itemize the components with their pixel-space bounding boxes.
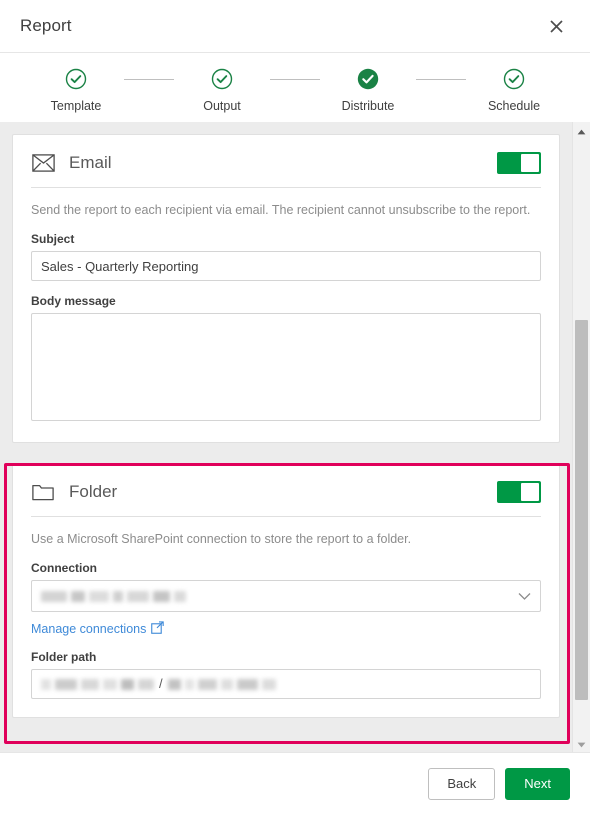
check-circle-outline-icon (502, 67, 526, 91)
folder-path-field-group: Folder path / (31, 650, 541, 699)
email-card-header: Email (31, 151, 541, 188)
step-connector (416, 79, 466, 80)
wizard-stepper: Template Output Distribute Schedule (0, 52, 590, 123)
external-link-icon (151, 621, 165, 637)
scroll-up-button[interactable] (573, 122, 590, 139)
modal-footer: Back Next (0, 752, 590, 814)
step-schedule[interactable]: Schedule (466, 67, 562, 113)
connection-field-group: Connection (31, 561, 541, 612)
step-distribute[interactable]: Distribute (320, 67, 416, 113)
folder-card-title: Folder (69, 482, 118, 501)
folder-icon (31, 480, 55, 504)
subject-label: Subject (31, 232, 75, 246)
step-connector (270, 79, 320, 80)
scroll-content: Email Send the report to each recipient … (0, 122, 572, 752)
body-message-textarea[interactable] (31, 313, 541, 421)
check-circle-filled-icon (356, 67, 380, 91)
manage-connections-label: Manage connections (31, 622, 147, 636)
connection-value-redacted (41, 590, 186, 602)
modal-header: Report (0, 0, 590, 52)
subject-input[interactable] (31, 251, 541, 281)
email-card-title: Email (69, 153, 112, 172)
connection-select[interactable] (31, 580, 541, 612)
chevron-down-icon (518, 589, 531, 604)
connection-label: Connection (31, 561, 97, 575)
folder-card-header: Folder (31, 480, 541, 517)
check-circle-outline-icon (210, 67, 234, 91)
step-output[interactable]: Output (174, 67, 270, 113)
folder-card: Folder Use a Microsoft SharePoint connec… (12, 463, 560, 718)
step-label: Template (50, 99, 102, 113)
vertical-scrollbar[interactable] (572, 122, 590, 752)
triangle-down-icon (577, 736, 586, 751)
page-title: Report (20, 16, 72, 35)
step-label: Schedule (487, 99, 541, 113)
body-message-field-group: Body message (31, 294, 541, 424)
close-icon (549, 19, 564, 34)
step-template[interactable]: Template (28, 67, 124, 113)
toggle-knob (521, 483, 539, 501)
step-label: Distribute (341, 99, 395, 113)
scrollbar-thumb[interactable] (575, 320, 588, 700)
folder-toggle[interactable] (497, 481, 541, 503)
folder-path-value-redacted: / (41, 670, 276, 698)
path-separator: / (159, 676, 163, 691)
email-description: Send the report to each recipient via em… (31, 203, 531, 217)
back-button[interactable]: Back (428, 767, 496, 800)
step-connector (124, 79, 174, 80)
folder-description: Use a Microsoft SharePoint connection to… (31, 532, 412, 546)
scroll-down-button[interactable] (573, 735, 590, 752)
folder-path-label: Folder path (31, 650, 97, 664)
triangle-up-icon (577, 123, 586, 138)
step-label: Output (203, 99, 241, 113)
folder-path-input[interactable]: / (31, 669, 541, 699)
toggle-knob (521, 154, 539, 172)
email-toggle[interactable] (497, 152, 541, 174)
body-message-label: Body message (31, 294, 116, 308)
check-circle-outline-icon (64, 67, 88, 91)
subject-field-group: Subject (31, 232, 541, 281)
manage-connections-link[interactable]: Manage connections (31, 621, 165, 637)
manage-connections-row: Manage connections (31, 621, 541, 637)
next-button[interactable]: Next (505, 767, 570, 800)
email-card: Email Send the report to each recipient … (12, 134, 560, 443)
modal-body: Email Send the report to each recipient … (0, 122, 590, 752)
envelope-icon (31, 151, 55, 175)
close-button[interactable] (542, 12, 570, 40)
